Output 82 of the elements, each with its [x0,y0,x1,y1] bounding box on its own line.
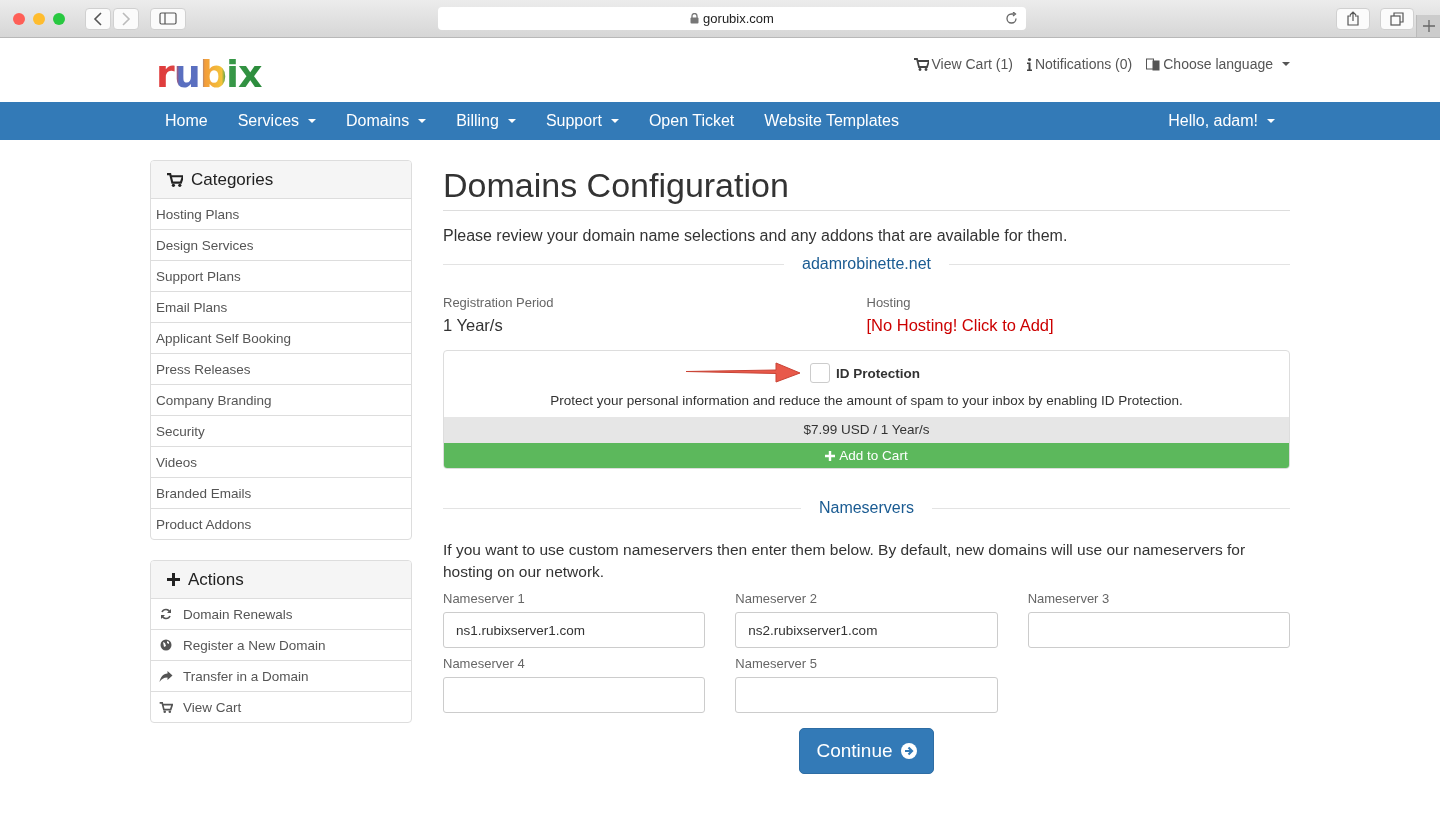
language-icon [1146,57,1161,71]
header-link[interactable]: View Cart (1) [913,54,1013,74]
plus-icon [167,573,180,586]
arrow-circle-icon [900,743,917,759]
nameserver-input[interactable]: ns2.rubixserver1.com [735,612,998,648]
nameserver-input[interactable] [443,677,706,713]
close-icon[interactable] [13,12,25,25]
user-menu[interactable]: Hello, adam! [1153,102,1290,140]
nav-link[interactable]: Website Templates [749,102,914,140]
panel-title: Categories [191,169,274,190]
add-hosting-link[interactable]: [No Hosting! Click to Add] [866,316,1290,335]
nameserver-input[interactable]: ns1.rubixserver1.com [443,612,706,648]
minimize-icon[interactable] [33,12,45,25]
field-label: Nameserver 1 [443,591,526,606]
sidebar-item[interactable]: Transfer in a Domain [151,660,411,691]
sidebar-item[interactable]: Security [151,415,411,446]
cart-icon [159,701,173,713]
reload-icon[interactable] [1005,12,1018,25]
tabs-icon [1390,11,1404,26]
sidebar-item[interactable]: Product Addons [151,508,411,539]
header-link[interactable]: Choose language [1146,54,1290,74]
nav-link[interactable]: Open Ticket [633,102,750,140]
forward-button[interactable] [113,7,139,30]
share-icon [1347,11,1359,26]
intro-text: Please review your domain name selections and any addons that are available for them. [443,227,1069,245]
nameservers-text: If you want to use custom nameservers then enter them below. By default, new domains will use our nameservers for hosting on our network. [443,540,1247,582]
continue-button[interactable]: Continue [799,728,934,774]
field-label: Nameserver 4 [443,656,526,671]
globe-icon [159,639,173,651]
sidebar-button[interactable] [150,7,186,30]
field-label: Registration Period [443,295,555,310]
sidebar-item[interactable]: Email Plans [151,291,411,322]
addon-price: $7.99 USD / 1 Year/s [444,417,1289,443]
header-link[interactable]: Notifications (0) [1026,54,1133,74]
nav-link[interactable]: Home [150,102,223,140]
addon-description: Protect your personal information and reduce the amount of spam to your inbox by enabling ID Protection. [549,393,1184,408]
sidebar-item[interactable]: Company Branding [151,384,411,415]
info-icon [1026,57,1032,71]
sidebar-item[interactable]: Design Services [151,229,411,260]
field-label: Hosting [866,295,912,310]
checkbox[interactable] [810,363,830,383]
address-bar[interactable]: gorubix.com [438,7,1026,30]
back-button[interactable] [85,7,111,30]
sidebar-item[interactable]: Domain Renewals [151,599,411,629]
maximize-icon[interactable] [53,12,65,25]
cart-icon [167,172,183,187]
page-title: Domains Configuration [443,166,1290,211]
field-label: Nameserver 2 [735,591,818,606]
sidebar-item[interactable]: Support Plans [151,260,411,291]
plus-icon [1422,20,1435,32]
field-label: Nameserver 5 [735,656,818,671]
plus-icon [825,450,836,461]
domain-name: adamrobinette.net [802,255,931,273]
tabs-button[interactable] [1380,7,1414,30]
share-arrow-icon [159,670,173,682]
field-label: Nameserver 3 [1027,591,1111,606]
registration-period: 1 Year/s [443,316,504,335]
nav-link[interactable]: Billing [441,102,531,140]
new-tab-button[interactable] [1416,15,1440,37]
nav-link[interactable]: Support [530,102,634,140]
nameserver-input[interactable] [735,677,998,713]
lock-icon [690,13,700,24]
panel-title: Actions [188,569,244,590]
sidebar-item[interactable]: Press Releases [151,353,411,384]
sidebar-item[interactable]: Branded Emails [151,477,411,508]
sidebar-item[interactable]: Videos [151,446,411,477]
sidebar-item[interactable]: Register a New Domain [151,629,411,660]
forward-icon [121,11,131,26]
sidebar-item[interactable]: Hosting Plans [151,199,411,229]
nav-link[interactable]: Services [222,102,332,140]
sidebar-icon [159,12,177,25]
nav-link[interactable]: Domains [331,102,442,140]
sidebar-item[interactable]: View Cart [151,691,411,722]
back-icon [93,11,103,26]
cart-icon [913,57,929,71]
refresh-icon [159,608,173,620]
url-text: gorubix.com [703,11,774,26]
addon-name: ID Protection [836,365,920,381]
section-heading: Nameservers [818,499,915,517]
sidebar-item[interactable]: Applicant Self Booking [151,322,411,353]
share-button[interactable] [1336,7,1370,30]
nameserver-input[interactable] [1027,612,1290,648]
